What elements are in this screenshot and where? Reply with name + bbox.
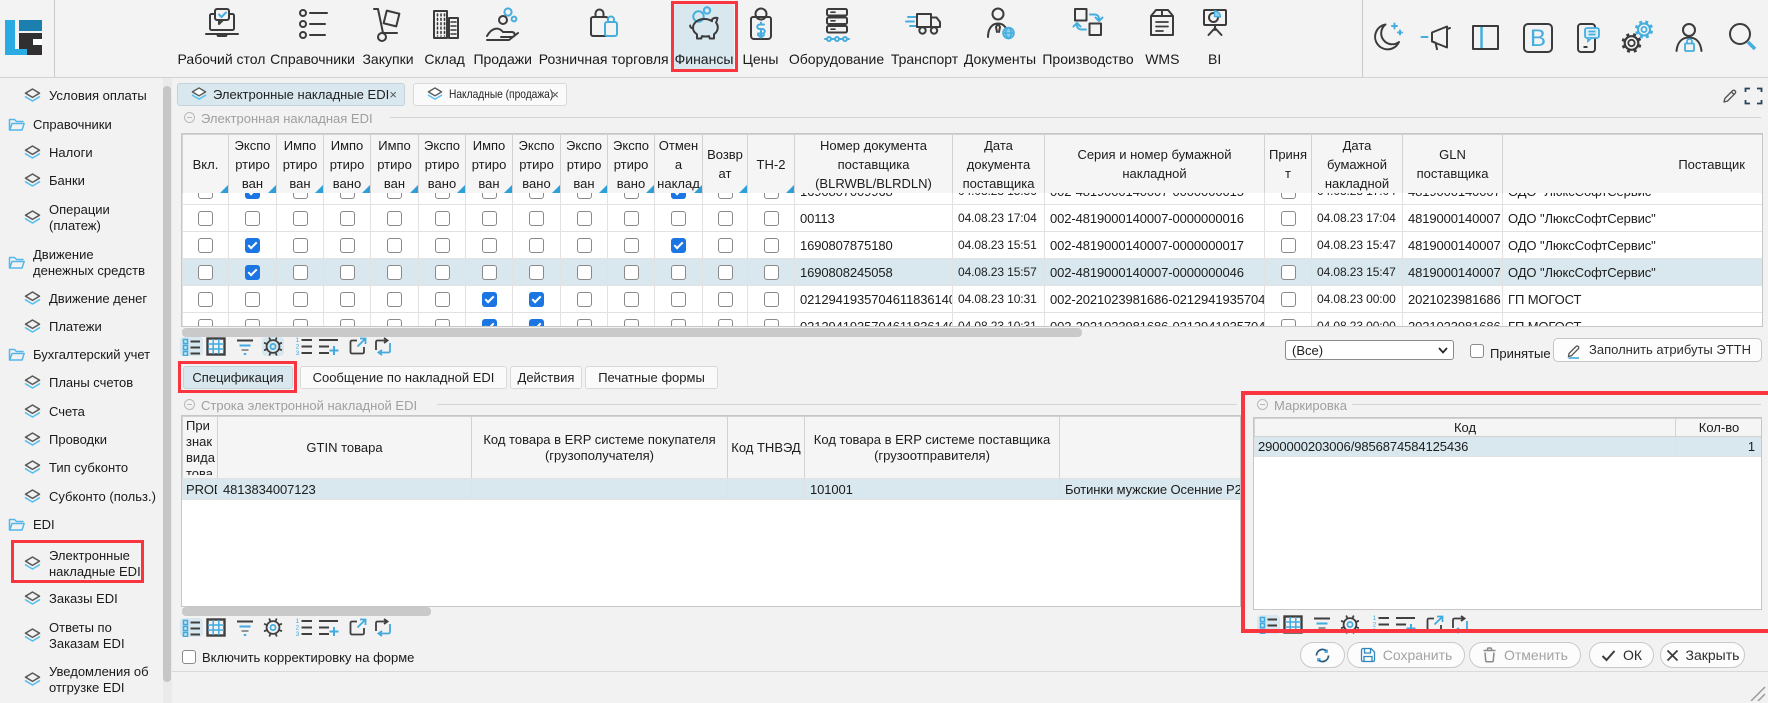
- svg-text:3: 3: [296, 350, 300, 357]
- svg-text:3: 3: [296, 631, 300, 638]
- svg-text:B: B: [1530, 25, 1546, 52]
